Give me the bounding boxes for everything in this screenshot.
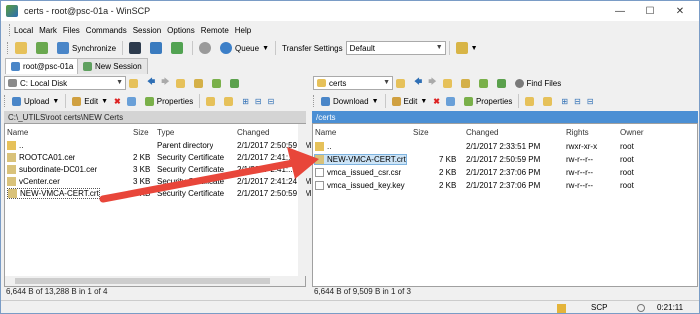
arrow-head bbox=[287, 147, 319, 179]
annotation-arrow bbox=[99, 147, 319, 203]
winscp-window: certs - root@psc-01a - WinSCP — ☐ ✕ Loca… bbox=[0, 0, 700, 314]
arrow-shaft bbox=[99, 159, 297, 203]
